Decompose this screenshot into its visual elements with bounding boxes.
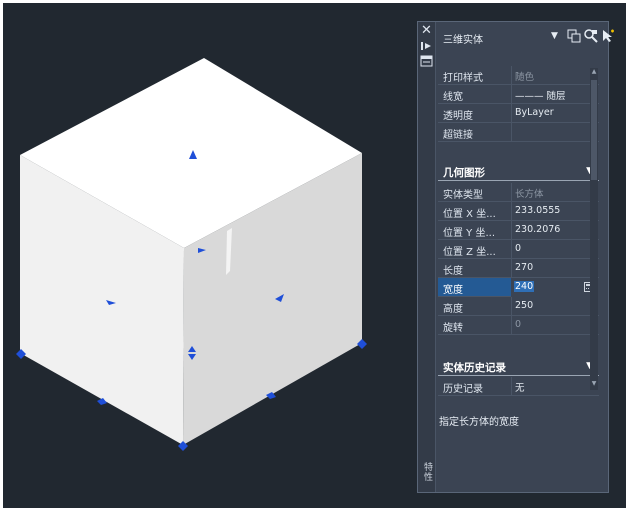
column-divider [511, 221, 512, 240]
property-row-height[interactable]: 高度 250 [438, 297, 599, 316]
section-title: 几何图形 [443, 167, 485, 179]
column-divider [511, 202, 512, 221]
chevron-up-icon[interactable]: ▲ [590, 68, 598, 75]
property-description: 指定长方体的宽度 [439, 417, 519, 428]
chevron-down-icon[interactable]: ▼ [551, 31, 558, 41]
property-row-width[interactable]: 宽度 240 [438, 278, 599, 297]
quick-select-icon[interactable] [583, 28, 599, 44]
column-divider [511, 123, 512, 142]
chevron-down-icon[interactable]: ▼ [590, 380, 598, 387]
property-row-position-x[interactable]: 位置 X 坐... 233.0555 [438, 202, 599, 221]
cad-window: ✕ 特性 三维实体 ▼ 打印样式 随色 线宽 ——— 随层 透明度 ByLaye… [0, 0, 630, 512]
property-label: 历史记录 [443, 384, 483, 395]
pickadd-toggle-icon[interactable] [600, 28, 616, 44]
property-label: 位置 Z 坐... [443, 247, 496, 258]
property-row-plot-style[interactable]: 打印样式 随色 [438, 66, 599, 85]
property-row-position-y[interactable]: 位置 Y 坐... 230.2076 [438, 221, 599, 240]
property-label: 线宽 [443, 92, 463, 103]
property-row-history[interactable]: 历史记录 无 [438, 377, 599, 396]
property-value: 无 [515, 383, 525, 394]
palette-header: 三维实体 ▼ [438, 26, 614, 50]
property-row-rotation[interactable]: 旋转 0 [438, 316, 599, 335]
auto-hide-icon[interactable] [420, 40, 433, 55]
select-objects-icon[interactable] [566, 28, 582, 44]
property-value: 0 [515, 319, 522, 330]
property-label: 透明度 [443, 111, 473, 122]
property-row-length[interactable]: 长度 270 [438, 259, 599, 278]
section-title: 实体历史记录 [443, 362, 506, 374]
column-divider [511, 240, 512, 259]
property-label: 长度 [443, 266, 463, 277]
property-label: 实体类型 [443, 190, 483, 201]
property-value: ——— 随层 [515, 91, 566, 102]
property-row-position-z[interactable]: 位置 Z 坐... 0 [438, 240, 599, 259]
object-type-label[interactable]: 三维实体 [443, 31, 483, 46]
properties-menu-icon[interactable] [420, 55, 433, 70]
column-divider [511, 66, 512, 85]
width-input-value[interactable]: 240 [514, 281, 535, 292]
property-row-transparency[interactable]: 透明度 ByLayer [438, 104, 599, 123]
column-divider [511, 104, 512, 123]
properties-palette: ✕ 特性 三维实体 ▼ 打印样式 随色 线宽 ——— 随层 透明度 ByLaye… [417, 21, 614, 493]
close-icon[interactable]: ✕ [420, 24, 433, 38]
property-row-lineweight[interactable]: 线宽 ——— 随层 [438, 85, 599, 104]
property-grid: 打印样式 随色 线宽 ——— 随层 透明度 ByLayer 超链接 几何图形 实… [438, 66, 599, 396]
palette-title-strip[interactable]: ✕ 特性 [418, 22, 436, 492]
property-value: ByLayer [515, 107, 554, 118]
property-value: 270 [515, 262, 534, 273]
column-divider [511, 297, 512, 316]
scrollbar-thumb[interactable] [591, 80, 597, 180]
property-grid-scrollbar[interactable]: ▲ ▼ [590, 68, 598, 390]
property-value: 随色 [515, 72, 535, 83]
property-label: 超链接 [443, 130, 473, 141]
property-value: 230.2076 [515, 224, 561, 235]
property-label: 位置 X 坐... [443, 209, 496, 220]
property-label: 宽度 [443, 285, 463, 296]
column-divider [511, 259, 512, 278]
column-divider [511, 85, 512, 104]
property-value: 250 [515, 300, 534, 311]
property-row-solid-type[interactable]: 实体类型 长方体 [438, 183, 599, 202]
property-label: 打印样式 [443, 73, 483, 84]
property-value: 233.0555 [515, 205, 561, 216]
property-row-hyperlink[interactable]: 超链接 [438, 123, 599, 142]
property-label: 高度 [443, 304, 463, 315]
width-input[interactable]: 240 [511, 278, 599, 297]
column-divider [511, 183, 512, 202]
column-divider [511, 377, 512, 396]
property-value: 长方体 [515, 189, 544, 200]
property-value: 0 [515, 243, 522, 254]
property-label: 位置 Y 坐... [443, 228, 496, 239]
section-header-geometry[interactable]: 几何图形 ▼ [438, 163, 599, 181]
palette-title: 特性 [422, 462, 432, 482]
property-label: 旋转 [443, 323, 463, 334]
column-divider [511, 316, 512, 335]
section-header-solid-history[interactable]: 实体历史记录 ▼ [438, 358, 599, 376]
